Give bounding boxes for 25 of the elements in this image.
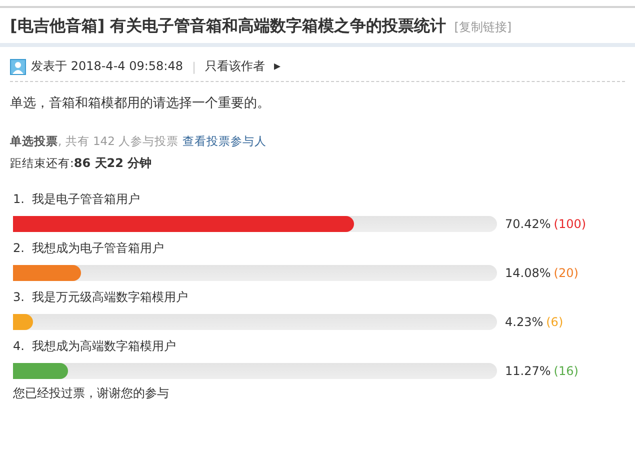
percent: 14.08% xyxy=(505,266,551,280)
remaining-label: 距结束还有: xyxy=(10,156,74,170)
option-label: 4. 我想成为高端数字箱模用户 xyxy=(13,338,178,355)
poll-summary: , 共有 142 人参与投票 xyxy=(58,134,179,148)
percent: 11.27% xyxy=(505,364,551,378)
vote-count: (6) xyxy=(546,315,564,329)
post-text: 单选，音箱和箱模都用的请选择一个重要的。 xyxy=(10,95,271,112)
option-label: 2. 我想成为电子管音箱用户 xyxy=(13,240,166,257)
percent: 70.42% xyxy=(505,217,551,231)
post-date: 发表于 2018-4-4 09:58:48 xyxy=(31,58,183,75)
vote-count: (16) xyxy=(554,364,578,378)
arrow-icon: ▸ xyxy=(274,59,281,74)
avatar-icon xyxy=(10,58,26,74)
vote-count: (20) xyxy=(554,266,578,280)
option-label: 3. 我是万元级高端数字箱模用户 xyxy=(13,289,190,306)
author-only-link[interactable]: 只看该作者 xyxy=(205,58,266,75)
remaining-time: 86 天22 分钟 xyxy=(74,156,152,170)
option-label: 1. 我是电子管音箱用户 xyxy=(13,191,142,208)
vote-count: (100) xyxy=(554,217,586,231)
voters-link[interactable]: 查看投票参与人 xyxy=(182,134,267,148)
poll-type: 单选投票 xyxy=(10,134,58,148)
percent: 4.23% xyxy=(505,315,544,329)
separator: | xyxy=(192,60,196,74)
thread-title: [电吉他音箱] 有关电子管音箱和高端数字箱模之争的投票统计 xyxy=(10,16,446,37)
voted-notice: 您已经投过票，谢谢您的参与 xyxy=(13,385,170,402)
